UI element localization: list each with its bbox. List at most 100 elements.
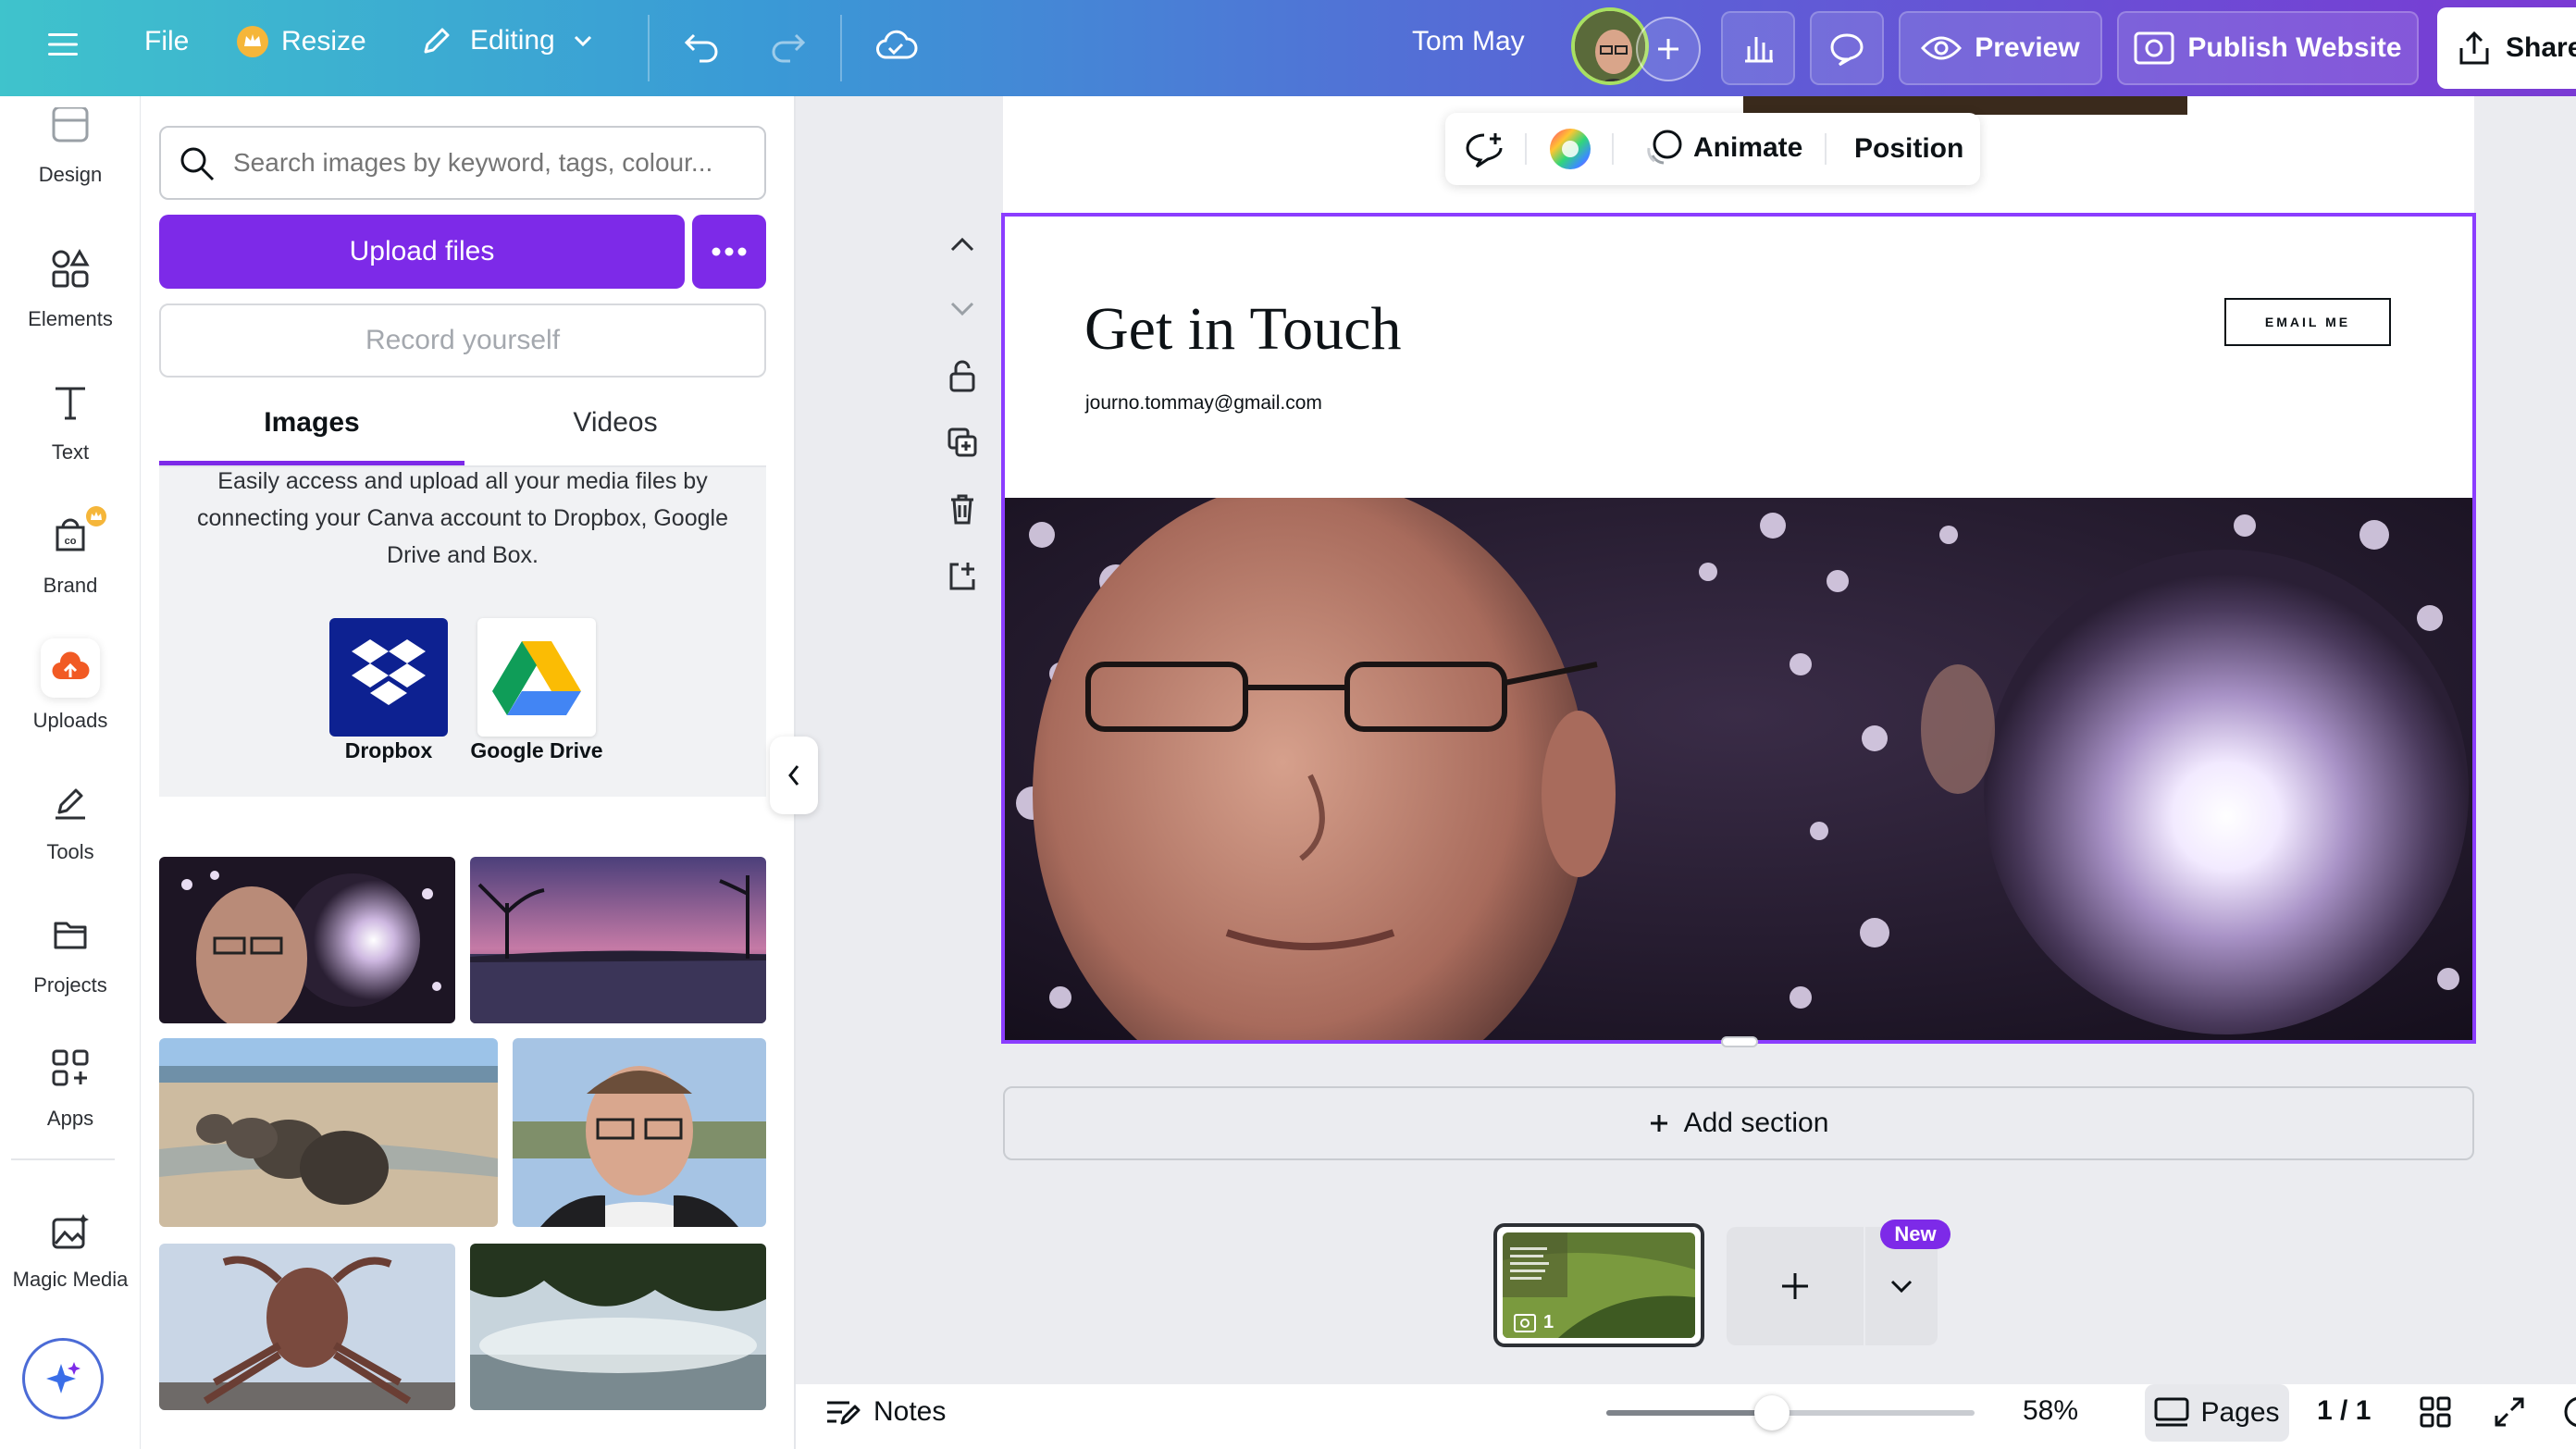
svg-text:co: co: [65, 536, 77, 547]
search-box[interactable]: [159, 126, 766, 200]
rail-item-elements[interactable]: Elements: [0, 229, 141, 363]
rail-label: Elements: [28, 307, 113, 331]
comments-button[interactable]: [1810, 11, 1884, 85]
comment-add-icon[interactable]: [1464, 130, 1505, 170]
more-options-button[interactable]: [692, 215, 766, 289]
add-section-below-icon[interactable]: [940, 553, 985, 598]
file-menu[interactable]: File: [144, 26, 189, 57]
chevron-down-icon: [1889, 1279, 1913, 1294]
fullscreen-icon[interactable]: [2493, 1395, 2526, 1429]
pages-button[interactable]: Pages: [2145, 1384, 2289, 1442]
design-icon: [44, 102, 96, 154]
search-input[interactable]: [233, 139, 751, 187]
rail-item-tools[interactable]: Tools: [0, 762, 141, 896]
insights-button[interactable]: [1721, 11, 1795, 85]
divider: [1612, 133, 1614, 165]
trash-icon[interactable]: [940, 487, 985, 531]
collapse-panel-button[interactable]: [770, 737, 818, 814]
divider: [840, 15, 842, 81]
grid-view-icon[interactable]: [2419, 1395, 2452, 1429]
dropbox-icon[interactable]: [329, 618, 448, 737]
help-icon[interactable]: [2563, 1395, 2576, 1429]
pages-label: Pages: [2200, 1397, 2279, 1429]
uploaded-image-thumbnail[interactable]: [470, 1244, 766, 1410]
notes-button[interactable]: Notes: [824, 1395, 946, 1429]
position-button[interactable]: Position: [1854, 133, 1963, 165]
eye-icon: [1921, 33, 1962, 63]
draw-tool-icon: [44, 775, 96, 827]
publish-label: Publish Website: [2187, 32, 2401, 64]
rail-item-uploads[interactable]: Uploads: [0, 629, 141, 762]
resize-button[interactable]: Resize: [235, 24, 366, 59]
website-icon: [1514, 1314, 1536, 1332]
zoom-level[interactable]: 58%: [2023, 1395, 2078, 1427]
add-page-button[interactable]: [1727, 1227, 1864, 1345]
rail-divider: [11, 1158, 115, 1160]
publish-website-button[interactable]: Publish Website: [2117, 11, 2419, 85]
google-drive-icon[interactable]: [477, 618, 596, 737]
rail-label: Text: [52, 440, 89, 464]
bottom-bar: [796, 1384, 2576, 1449]
rail-label: Apps: [47, 1107, 93, 1131]
previous-section-image: [1743, 96, 2187, 115]
undo-icon[interactable]: [681, 26, 722, 67]
move-section-up-icon[interactable]: [940, 222, 985, 266]
new-badge: New: [1880, 1220, 1951, 1249]
rail-item-design[interactable]: Design: [0, 96, 141, 207]
shapes-icon: [44, 242, 96, 294]
editing-mode-button[interactable]: Editing: [418, 22, 596, 59]
zoom-slider-track[interactable]: [1606, 1410, 1975, 1416]
record-yourself-button[interactable]: Record yourself: [159, 303, 766, 378]
rail-item-apps[interactable]: Apps: [0, 1029, 141, 1162]
rail-item-brand[interactable]: co Brand: [0, 496, 141, 629]
uploaded-image-thumbnail[interactable]: [513, 1038, 766, 1227]
animate-button[interactable]: Animate: [1643, 128, 1802, 168]
rail-item-projects[interactable]: Projects: [0, 896, 141, 1029]
add-collaborator-button[interactable]: [1636, 17, 1701, 81]
magic-media-icon: [44, 1207, 96, 1258]
menu-icon[interactable]: [46, 28, 80, 61]
redo-icon[interactable]: [768, 26, 809, 67]
pages-icon: [2154, 1397, 2189, 1429]
animate-label: Animate: [1693, 132, 1802, 164]
magic-assistant-button[interactable]: [22, 1338, 104, 1419]
editing-label: Editing: [470, 25, 555, 56]
folder-icon: [44, 909, 96, 960]
uploaded-image-thumbnail[interactable]: [470, 857, 766, 1023]
contact-photo[interactable]: [1005, 498, 2472, 1040]
contact-email[interactable]: journo.tommay@gmail.com: [1085, 392, 1322, 415]
user-name: Tom May: [1412, 26, 1525, 57]
upload-files-button[interactable]: Upload files: [159, 215, 685, 289]
rail-label: Tools: [46, 840, 93, 864]
add-section-button[interactable]: Add section: [1003, 1086, 2474, 1160]
section-heading[interactable]: Get in Touch: [1084, 294, 1401, 365]
zoom-slider-thumb[interactable]: [1754, 1395, 1790, 1430]
share-button[interactable]: Share: [2437, 7, 2576, 89]
page-thumbnail-count: 1: [1543, 1312, 1554, 1333]
text-icon: [44, 376, 96, 427]
move-section-down-icon[interactable]: [940, 287, 985, 331]
rail-item-text[interactable]: Text: [0, 363, 141, 496]
comment-icon: [1828, 30, 1865, 67]
resize-handle[interactable]: [1721, 1036, 1758, 1047]
preview-label: Preview: [1975, 32, 2079, 64]
uploaded-image-thumbnail[interactable]: [159, 1038, 498, 1227]
uploaded-image-thumbnail[interactable]: [159, 857, 455, 1023]
lock-icon[interactable]: [940, 353, 985, 398]
search-icon: [178, 144, 217, 183]
uploaded-image-thumbnail[interactable]: [159, 1244, 455, 1410]
rail-item-magic-media[interactable]: Magic Media: [0, 1194, 141, 1327]
color-wheel-icon[interactable]: [1547, 126, 1593, 172]
cloud-saved-icon[interactable]: [873, 24, 918, 68]
email-me-button[interactable]: EMAIL ME: [2224, 298, 2391, 346]
resize-label: Resize: [281, 26, 366, 57]
tab-images[interactable]: Images: [159, 407, 464, 464]
crown-icon: [235, 24, 270, 59]
animate-icon: [1643, 128, 1684, 168]
preview-button[interactable]: Preview: [1899, 11, 2102, 85]
page-thumbnail[interactable]: 1: [1493, 1223, 1704, 1347]
tab-videos[interactable]: Videos: [464, 407, 766, 464]
brand-icon: co: [44, 509, 96, 561]
duplicate-icon[interactable]: [940, 420, 985, 464]
website-icon: [2134, 31, 2174, 65]
